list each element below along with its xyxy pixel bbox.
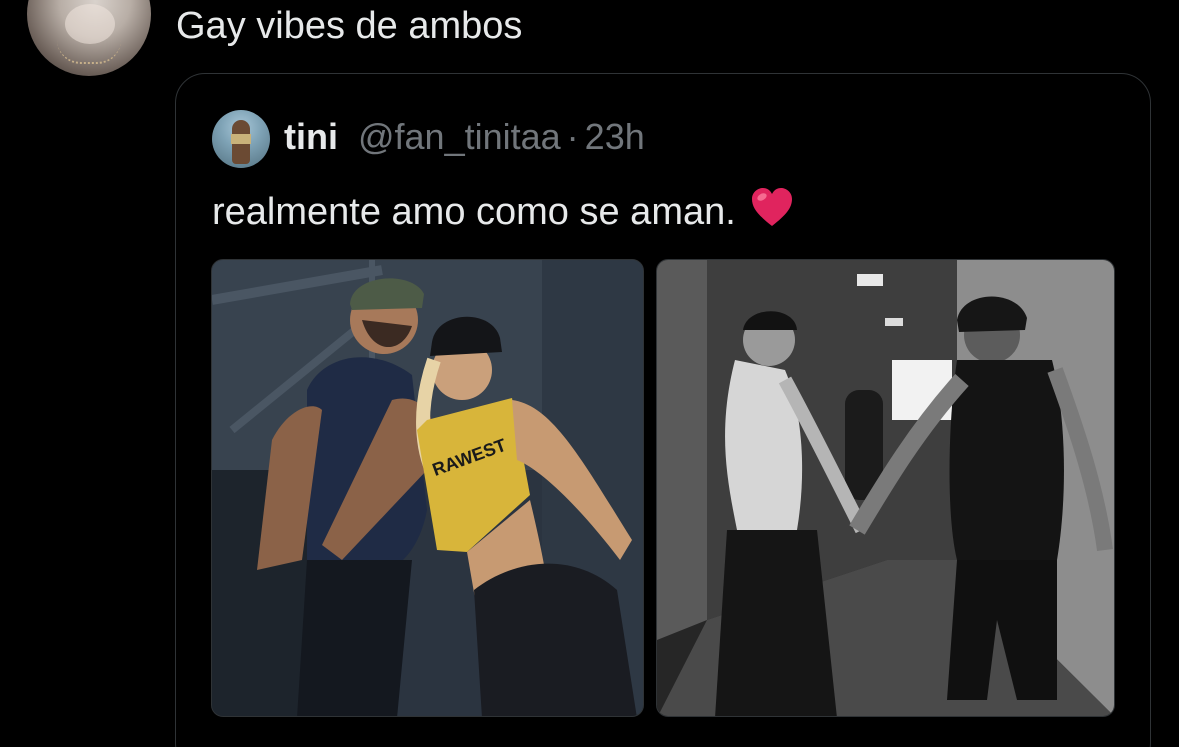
author-avatar[interactable] — [27, 0, 151, 76]
quoted-timestamp[interactable]: 23h — [585, 116, 645, 158]
quoted-author-name[interactable]: tini — [284, 116, 338, 158]
avatar-top — [231, 134, 251, 144]
tweet-text: Gay vibes de ambos — [176, 5, 523, 47]
media-photo-1[interactable]: RAWEST — [211, 259, 644, 717]
quoted-author-avatar[interactable] — [212, 110, 270, 168]
quoted-text-content: realmente amo como se aman. — [212, 191, 736, 233]
quoted-tweet-header: tini @fan_tinitaa · 23h — [284, 116, 645, 164]
tweet-view: Gay vibes de ambos tini @fan_tinitaa · 2… — [0, 0, 1179, 747]
quoted-tweet-text: realmente amo como se aman. — [212, 186, 794, 238]
red-heart-icon — [750, 186, 794, 230]
media-photo-2[interactable] — [656, 259, 1115, 717]
avatar-necklace — [57, 40, 121, 64]
quoted-author-handle[interactable]: @fan_tinitaa — [358, 116, 561, 158]
header-separator: · — [566, 116, 579, 157]
avatar-face — [65, 4, 115, 44]
